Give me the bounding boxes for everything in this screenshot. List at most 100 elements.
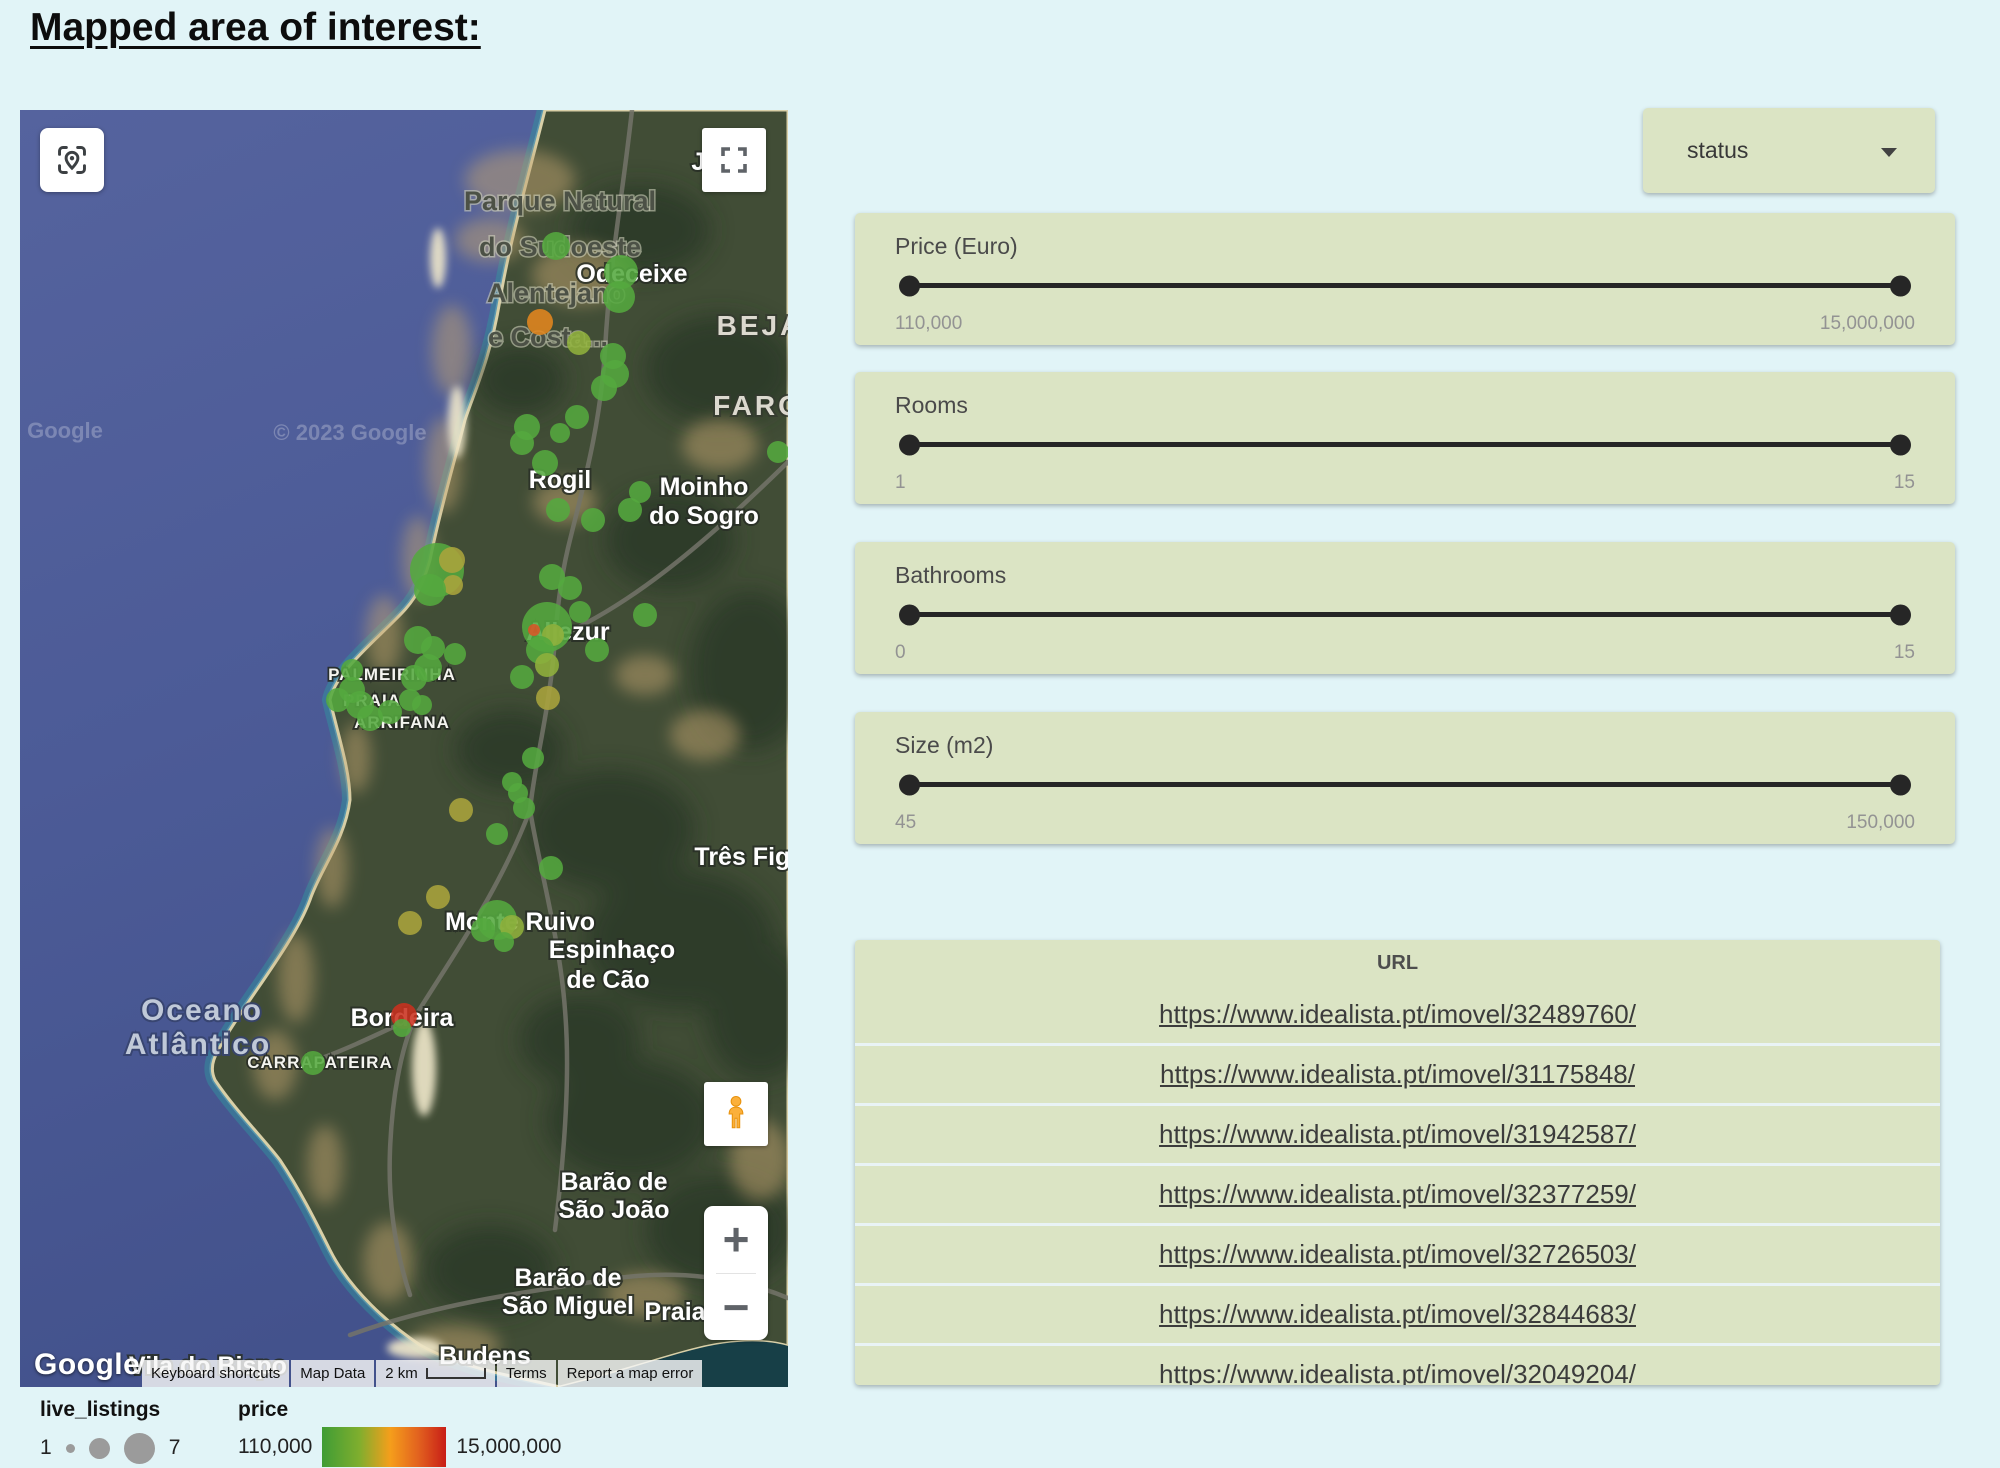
listing-dot[interactable] <box>633 603 657 627</box>
price-slider-max-label: 15,000,000 <box>1820 313 1915 335</box>
listing-dot[interactable] <box>326 688 350 712</box>
legend-dot-small <box>66 1444 75 1453</box>
size-slider-handle-max[interactable] <box>1890 774 1911 795</box>
legend-size-scale: 1 7 <box>40 1430 180 1466</box>
listing-dot[interactable] <box>301 1051 325 1075</box>
zoom-out-button[interactable]: − <box>704 1274 768 1341</box>
bathrooms-slider-labels: 0 15 <box>895 642 1915 664</box>
legend-price-min: 110,000 <box>238 1435 312 1459</box>
listing-dot[interactable] <box>629 481 651 503</box>
bathrooms-slider-handle-max[interactable] <box>1890 604 1911 625</box>
table-row: https://www.idealista.pt/imovel/32489760… <box>855 986 1940 1043</box>
listing-dot[interactable] <box>522 747 544 769</box>
rooms-slider-handle-min[interactable] <box>899 434 920 455</box>
map-scale: 2 km <box>376 1360 495 1387</box>
listing-dot[interactable] <box>527 309 553 335</box>
listing-dot[interactable] <box>542 232 570 260</box>
bathrooms-slider-handle-min[interactable] <box>899 604 920 625</box>
listing-dot[interactable] <box>412 695 432 715</box>
listing-dot[interactable] <box>535 653 559 677</box>
price-slider-title: Price (Euro) <box>895 233 1018 260</box>
url-link[interactable]: https://www.idealista.pt/imovel/31942587… <box>1159 1119 1636 1150</box>
listing-dot[interactable] <box>341 659 363 681</box>
bathrooms-range-slider[interactable] <box>903 612 1907 617</box>
url-link[interactable]: https://www.idealista.pt/imovel/32049204… <box>1159 1359 1636 1385</box>
listing-dot[interactable] <box>569 601 591 623</box>
keyboard-shortcuts-button[interactable]: Keyboard shortcuts <box>142 1360 289 1387</box>
size-range-slider[interactable] <box>903 782 1907 787</box>
listing-dot[interactable] <box>585 638 609 662</box>
google-map[interactable]: Parque Naturaldo SudoesteAlentejanoe Cos… <box>20 110 788 1387</box>
map-data-button[interactable]: Map Data <box>291 1360 374 1387</box>
listing-dot[interactable] <box>565 405 589 429</box>
map-label: Barão de <box>515 1264 622 1292</box>
listing-dot[interactable] <box>378 700 402 724</box>
rooms-slider-labels: 1 15 <box>895 472 1915 494</box>
url-column-header: URL <box>855 940 1940 986</box>
listing-dot[interactable] <box>567 331 591 355</box>
listing-dot[interactable] <box>398 911 422 935</box>
listing-dot[interactable] <box>550 423 570 443</box>
listing-dot[interactable] <box>536 686 560 710</box>
listing-dot[interactable] <box>528 624 540 636</box>
listing-dot[interactable] <box>401 665 427 691</box>
url-link[interactable]: https://www.idealista.pt/imovel/32726503… <box>1159 1239 1636 1270</box>
size-slider-handle-min[interactable] <box>899 774 920 795</box>
url-link[interactable]: https://www.idealista.pt/imovel/32377259… <box>1159 1179 1636 1210</box>
price-range-slider[interactable] <box>903 283 1907 288</box>
zoom-in-button[interactable]: + <box>704 1206 768 1273</box>
google-logo[interactable]: Google <box>34 1348 140 1382</box>
listing-dot[interactable] <box>532 450 558 476</box>
legend-price-scale: 110,000 15,000,000 <box>238 1426 561 1468</box>
report-map-error-link[interactable]: Report a map error <box>558 1360 703 1387</box>
map-label: São João <box>558 1196 669 1224</box>
street-view-pegman-button[interactable] <box>704 1082 768 1146</box>
listing-dot[interactable] <box>767 441 788 463</box>
listing-dot[interactable] <box>393 1019 411 1037</box>
price-slider-handle-min[interactable] <box>899 275 920 296</box>
listing-dot[interactable] <box>591 375 617 401</box>
map-label: Google <box>27 418 103 443</box>
size-slider-title: Size (m2) <box>895 732 993 759</box>
listing-dot[interactable] <box>513 797 535 819</box>
url-link[interactable]: https://www.idealista.pt/imovel/31175848… <box>1160 1059 1635 1090</box>
listing-dot[interactable] <box>539 856 563 880</box>
listing-dot[interactable] <box>471 918 495 942</box>
listing-dot[interactable] <box>546 498 570 522</box>
fullscreen-button[interactable] <box>702 128 766 192</box>
map-label: do Sogro <box>649 502 759 530</box>
listing-dot[interactable] <box>449 798 473 822</box>
listing-dot[interactable] <box>439 547 465 573</box>
bathrooms-slider-title: Bathrooms <box>895 562 1006 589</box>
url-link[interactable]: https://www.idealista.pt/imovel/32489760… <box>1159 999 1636 1030</box>
listing-dot[interactable] <box>414 574 446 606</box>
listing-dot[interactable] <box>444 643 466 665</box>
url-link[interactable]: https://www.idealista.pt/imovel/32844683… <box>1159 1299 1636 1330</box>
listing-dot[interactable] <box>558 576 582 600</box>
focus-location-icon <box>55 143 89 177</box>
listing-dot[interactable] <box>603 281 635 313</box>
rooms-slider-handle-max[interactable] <box>1890 434 1911 455</box>
map-label: Espinhaço <box>549 936 675 964</box>
listing-dot[interactable] <box>494 932 514 952</box>
listing-dot[interactable] <box>510 665 534 689</box>
locate-button[interactable] <box>40 128 104 192</box>
legend-price-max: 15,000,000 <box>456 1435 561 1459</box>
legend-size-title: live_listings <box>40 1398 160 1422</box>
map-label: Três Figo <box>694 843 788 871</box>
price-slider-card: Price (Euro) 110,000 15,000,000 <box>855 213 1955 345</box>
listing-dot[interactable] <box>426 885 450 909</box>
chevron-down-icon <box>1881 148 1897 157</box>
listing-dot[interactable] <box>581 508 605 532</box>
map-label: BEJA <box>717 310 788 341</box>
status-dropdown[interactable]: status <box>1643 108 1935 193</box>
table-row: https://www.idealista.pt/imovel/32726503… <box>855 1223 1940 1283</box>
price-slider-labels: 110,000 15,000,000 <box>895 313 1915 335</box>
listing-dot[interactable] <box>443 575 463 595</box>
price-slider-handle-max[interactable] <box>1890 275 1911 296</box>
terms-link[interactable]: Terms <box>497 1360 556 1387</box>
listing-dot[interactable] <box>486 823 508 845</box>
map-label: Barão de <box>561 1168 668 1196</box>
listing-dot[interactable] <box>510 431 534 455</box>
rooms-range-slider[interactable] <box>903 442 1907 447</box>
